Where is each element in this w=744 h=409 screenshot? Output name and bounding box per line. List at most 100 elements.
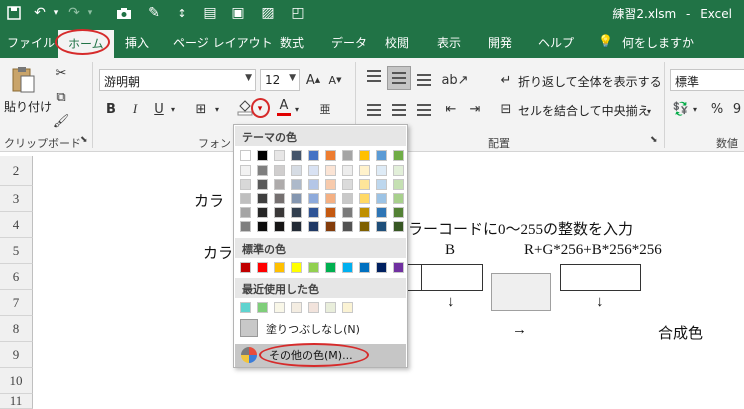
standard-color-swatch[interactable] [342, 262, 353, 273]
theme-color-swatch[interactable] [359, 221, 370, 232]
tell-me-box[interactable]: 何をしますか [622, 34, 694, 52]
standard-color-swatch[interactable] [359, 262, 370, 273]
theme-color-swatch[interactable] [325, 193, 336, 204]
no-fill-option[interactable]: 塗りつぶしなし(N) [266, 321, 360, 337]
borders-dropdown-icon[interactable]: ▾ [212, 98, 222, 120]
camera-icon[interactable] [114, 3, 134, 23]
theme-color-swatch[interactable] [291, 150, 302, 161]
no-fill-icon[interactable] [240, 319, 258, 337]
theme-color-swatch[interactable] [376, 150, 387, 161]
recent-color-swatch[interactable] [325, 302, 336, 313]
theme-color-swatch[interactable] [308, 221, 319, 232]
window-icon[interactable]: ▣ [228, 3, 248, 23]
redo-dropdown-icon[interactable]: ▾ [80, 3, 100, 23]
theme-color-swatch[interactable] [291, 179, 302, 190]
font-color-dropdown-icon[interactable]: ▾ [292, 98, 302, 120]
theme-color-swatch[interactable] [342, 221, 353, 232]
sort-icon[interactable]: ↕ [172, 3, 192, 23]
theme-color-swatch[interactable] [274, 179, 285, 190]
theme-color-swatch[interactable] [342, 179, 353, 190]
theme-color-swatch[interactable] [274, 207, 285, 218]
accounting-format-icon[interactable]: 💱 [672, 98, 690, 120]
row-header[interactable]: 2 [0, 156, 33, 186]
standard-color-swatch[interactable] [240, 262, 251, 273]
tab-file[interactable]: ファイル [7, 34, 55, 52]
row-header[interactable]: 8 [0, 316, 33, 342]
row-header[interactable]: 5 [0, 238, 33, 264]
tab-view[interactable]: 表示 [437, 34, 461, 52]
decrease-indent-icon[interactable]: ⇤ [442, 98, 460, 120]
theme-color-swatch[interactable] [257, 193, 268, 204]
theme-color-swatch[interactable] [376, 193, 387, 204]
theme-color-swatch[interactable] [342, 193, 353, 204]
tab-review[interactable]: 校閲 [385, 34, 409, 52]
recent-color-swatch[interactable] [308, 302, 319, 313]
form-icon[interactable]: ▤ [200, 3, 220, 23]
input-cell-g[interactable] [406, 264, 422, 291]
theme-color-swatch[interactable] [325, 207, 336, 218]
standard-color-swatch[interactable] [308, 262, 319, 273]
align-top-icon[interactable] [367, 70, 381, 82]
theme-color-swatch[interactable] [274, 165, 285, 176]
theme-color-swatch[interactable] [342, 150, 353, 161]
cut-icon[interactable]: ✂ [52, 62, 70, 84]
underline-dropdown-icon[interactable]: ▾ [168, 98, 178, 120]
recent-color-swatch[interactable] [240, 302, 251, 313]
theme-color-swatch[interactable] [240, 150, 251, 161]
standard-color-swatch[interactable] [376, 262, 387, 273]
recent-color-swatch[interactable] [274, 302, 285, 313]
recent-color-swatch[interactable] [291, 302, 302, 313]
borders-icon[interactable]: ⊞ [192, 98, 210, 120]
recent-color-swatch[interactable] [257, 302, 268, 313]
clipboard-launcher-icon[interactable]: ⬊ [80, 135, 88, 145]
bold-button[interactable]: B [102, 98, 120, 120]
theme-color-swatch[interactable] [359, 193, 370, 204]
recent-color-swatch[interactable] [342, 302, 353, 313]
shape-icon[interactable]: ◰ [288, 3, 308, 23]
theme-color-swatch[interactable] [240, 179, 251, 190]
format-painter-icon[interactable]: ✎ [144, 3, 164, 23]
theme-color-swatch[interactable] [359, 150, 370, 161]
merge-dropdown-icon[interactable]: ▾ [644, 100, 654, 122]
font-size-combobox[interactable]: 12 ▼ [260, 69, 300, 91]
align-right-icon[interactable] [417, 104, 431, 116]
shrink-font-button[interactable]: A ▼ [326, 69, 344, 91]
paste-icon[interactable] [10, 66, 36, 94]
theme-color-swatch[interactable] [291, 193, 302, 204]
theme-color-swatch[interactable] [308, 193, 319, 204]
theme-color-swatch[interactable] [376, 165, 387, 176]
align-bottom-icon[interactable] [417, 74, 431, 86]
theme-color-swatch[interactable] [325, 165, 336, 176]
comma-button[interactable]: 9 [730, 98, 744, 120]
theme-color-swatch[interactable] [240, 221, 251, 232]
standard-color-swatch[interactable] [274, 262, 285, 273]
tab-formulas[interactable]: 数式 [280, 34, 304, 52]
align-center-icon[interactable] [392, 104, 406, 116]
theme-color-swatch[interactable] [325, 221, 336, 232]
accounting-dropdown-icon[interactable]: ▾ [690, 98, 700, 120]
tab-help[interactable]: ヘルプ [538, 34, 574, 52]
theme-color-swatch[interactable] [308, 179, 319, 190]
theme-color-swatch[interactable] [359, 165, 370, 176]
merge-center-icon[interactable]: ⊟ [498, 98, 514, 120]
percent-button[interactable]: % [708, 98, 726, 120]
italic-button[interactable]: I [126, 98, 144, 120]
theme-color-swatch[interactable] [291, 221, 302, 232]
row-header[interactable]: 3 [0, 186, 33, 212]
theme-color-swatch[interactable] [291, 207, 302, 218]
standard-color-swatch[interactable] [257, 262, 268, 273]
image-icon[interactable]: ▨ [258, 3, 278, 23]
save-icon[interactable] [4, 3, 24, 23]
theme-color-swatch[interactable] [257, 150, 268, 161]
grow-font-button[interactable]: A ▲ [304, 69, 322, 91]
theme-color-swatch[interactable] [359, 179, 370, 190]
theme-color-swatch[interactable] [393, 221, 404, 232]
result-cell[interactable] [560, 264, 641, 291]
theme-color-swatch[interactable] [376, 221, 387, 232]
tab-insert[interactable]: 挿入 [125, 34, 149, 52]
theme-color-swatch[interactable] [393, 207, 404, 218]
theme-color-swatch[interactable] [240, 165, 251, 176]
color-result-button[interactable] [491, 273, 551, 311]
theme-color-swatch[interactable] [291, 165, 302, 176]
theme-color-swatch[interactable] [257, 179, 268, 190]
